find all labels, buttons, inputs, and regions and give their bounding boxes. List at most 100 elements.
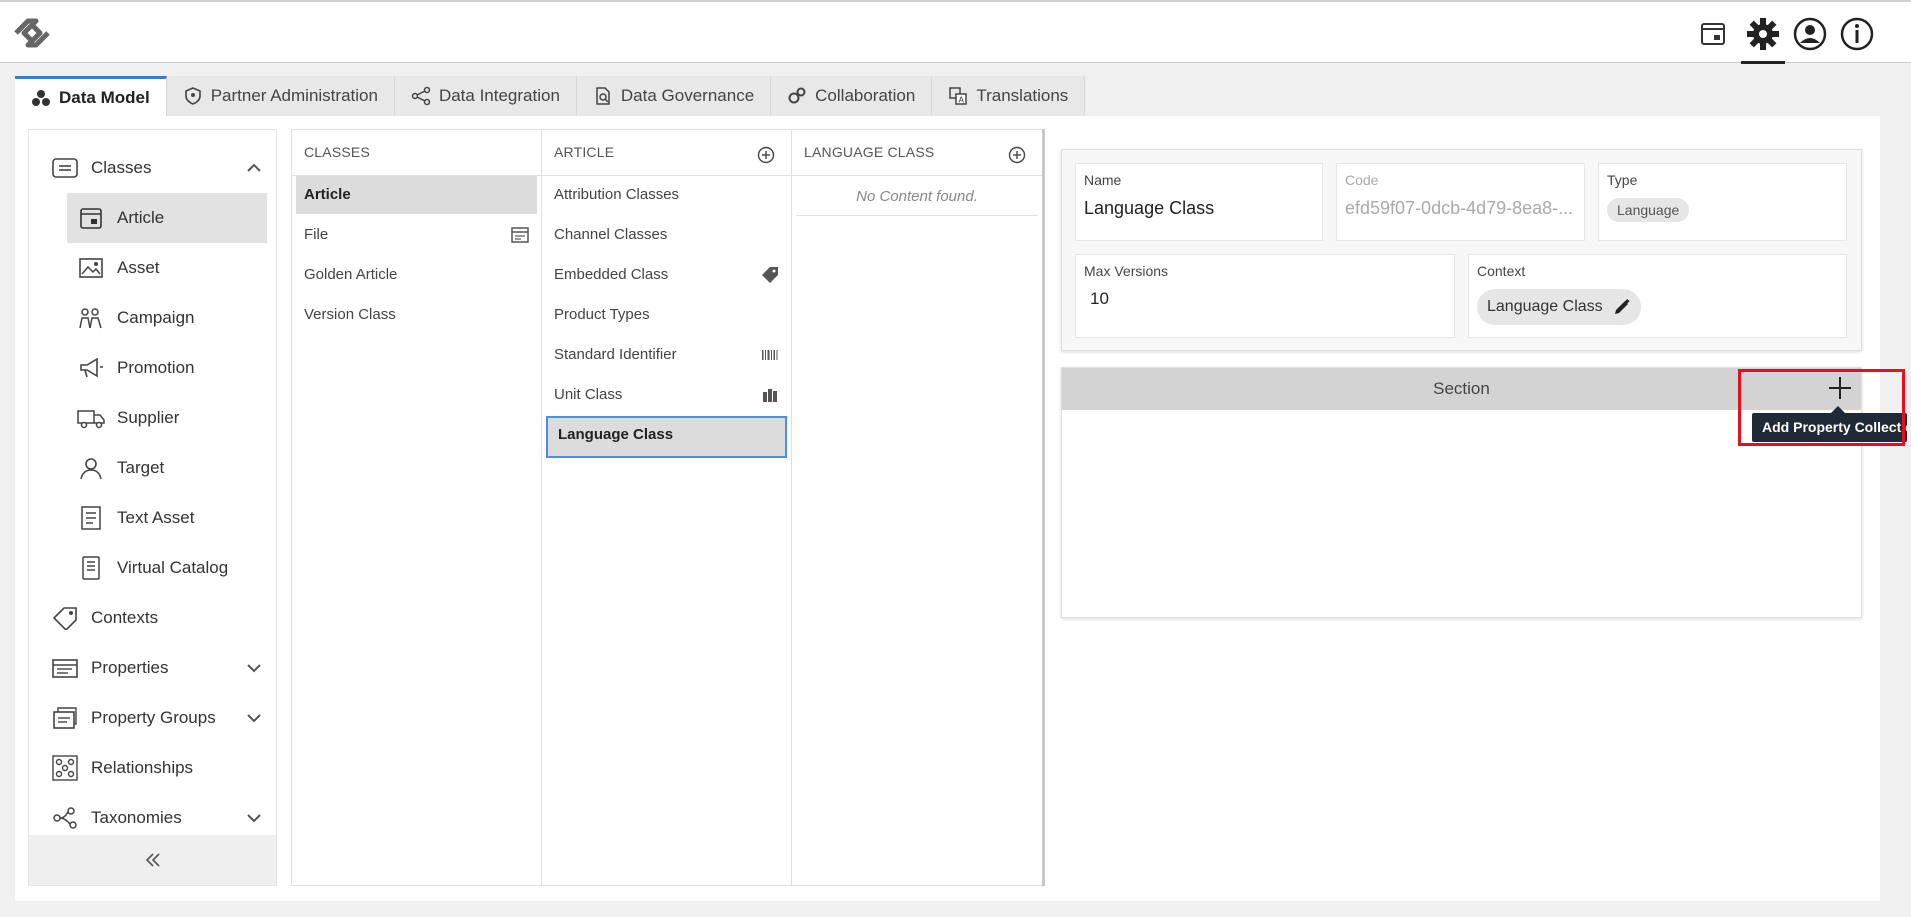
column-header-label: LANGUAGE CLASS [804, 144, 935, 160]
empty-state: No Content found. [796, 176, 1038, 216]
left-navigation: Classes Article Asset Campaign Promotion… [28, 129, 277, 886]
class-detail-card: Name Language Class Code efd59f07-0dcb-4… [1061, 149, 1862, 351]
list-item[interactable]: Unit Class [546, 376, 787, 414]
gear-icon[interactable] [1743, 14, 1783, 54]
nav-item-classes[interactable]: Classes [29, 143, 276, 193]
tag-icon [761, 266, 779, 284]
nav-item-virtual-catalog[interactable]: Virtual Catalog [29, 543, 276, 593]
list-item[interactable]: Channel Classes [546, 216, 787, 254]
list-item[interactable]: Golden Article [296, 256, 537, 294]
app-logo-icon[interactable] [10, 14, 54, 52]
main-tabs: Data Model Partner Administration Data I… [15, 76, 1086, 116]
tag-icon [51, 604, 79, 632]
collapse-sidebar-button[interactable] [29, 835, 276, 885]
shield-icon [183, 86, 203, 106]
list-item[interactable]: Embedded Class [546, 256, 787, 294]
list-item[interactable]: Version Class [296, 296, 537, 334]
chevron-down-icon[interactable] [246, 810, 262, 826]
nav-item-promotion[interactable]: Promotion [29, 343, 276, 393]
type-field: Type Language [1598, 163, 1847, 241]
tab-label: Collaboration [815, 86, 916, 105]
nav-label: Article [117, 208, 165, 227]
list-item[interactable]: Attribution Classes [546, 176, 787, 214]
list-item[interactable]: Article [296, 176, 537, 214]
context-chip[interactable]: Language Class [1477, 289, 1641, 325]
megaphone-icon [77, 354, 105, 382]
relationships-icon [51, 754, 79, 782]
list-item[interactable]: Language Class [546, 416, 787, 458]
field-label: Code [1345, 172, 1379, 188]
tab-data-model[interactable]: Data Model [15, 76, 167, 116]
nav-label: Classes [91, 158, 152, 177]
tab-translations[interactable]: A Translations [932, 76, 1086, 116]
campaign-icon [77, 304, 105, 332]
properties-icon [51, 654, 79, 682]
chevron-down-icon[interactable] [246, 710, 262, 726]
nav-item-article[interactable]: Article [67, 193, 267, 243]
class-columns: CLASSES Article File Golden Article Vers… [291, 129, 1043, 886]
property-groups-icon [51, 704, 79, 732]
tab-data-integration[interactable]: Data Integration [394, 76, 577, 116]
add-circle-icon[interactable] [1008, 146, 1026, 164]
chevron-down-icon[interactable] [246, 660, 262, 676]
nav-item-asset[interactable]: Asset [29, 243, 276, 293]
nav-label: Contexts [91, 608, 159, 627]
add-circle-icon[interactable] [757, 146, 775, 164]
item-label: Version Class [304, 306, 396, 323]
nav-label: Campaign [117, 308, 195, 327]
tab-label: Data Integration [438, 86, 560, 105]
item-label: Embedded Class [554, 266, 669, 283]
list-item[interactable]: Standard Identifier [546, 336, 787, 374]
field-value: Language Class [1084, 198, 1215, 218]
double-chevron-left-icon [144, 852, 162, 868]
item-label: Golden Article [304, 266, 398, 283]
highlight-box [1738, 369, 1905, 446]
tab-label: Translations [976, 86, 1069, 105]
nav-item-target[interactable]: Target [29, 443, 276, 493]
name-field[interactable]: Name Language Class [1075, 163, 1323, 241]
archive-icon[interactable] [1693, 14, 1733, 54]
data-model-icon [31, 88, 51, 108]
max-versions-field[interactable]: Max Versions 10 [1075, 254, 1455, 338]
person-icon [77, 454, 105, 482]
nav-item-property-groups[interactable]: Property Groups [29, 693, 276, 743]
field-label: Name [1084, 172, 1122, 188]
nav-item-relationships[interactable]: Relationships [29, 743, 276, 793]
field-value: 10 [1090, 289, 1109, 308]
nav-item-contexts[interactable]: Contexts [29, 593, 276, 643]
section-title: Section [1433, 379, 1490, 398]
field-value: efd59f07-0dcb-4d79-8ea8-... [1345, 198, 1574, 218]
item-label: File [304, 226, 329, 243]
user-profile-icon[interactable] [1790, 14, 1830, 54]
panel-divider[interactable] [1042, 129, 1045, 886]
info-icon[interactable] [1837, 14, 1877, 54]
item-label: Attribution Classes [554, 186, 680, 203]
active-indicator [1741, 61, 1785, 64]
list-item[interactable]: Product Types [546, 296, 787, 334]
tab-partner-administration[interactable]: Partner Administration [166, 76, 395, 116]
item-label: Standard Identifier [554, 346, 677, 363]
tab-data-governance[interactable]: Data Governance [576, 76, 772, 116]
field-label: Max Versions [1084, 263, 1169, 279]
list-item[interactable]: File [296, 216, 537, 254]
document-search-icon [593, 86, 613, 106]
nav-label: Promotion [117, 358, 195, 377]
field-label: Context [1477, 263, 1526, 279]
chevron-up-icon[interactable] [246, 160, 262, 176]
code-field: Code efd59f07-0dcb-4d79-8ea8-... [1336, 163, 1585, 241]
nav-item-supplier[interactable]: Supplier [29, 393, 276, 443]
nav-label: Relationships [91, 758, 194, 777]
field-label: Type [1607, 172, 1638, 188]
pencil-icon[interactable] [1613, 298, 1631, 316]
nav-item-text-asset[interactable]: Text Asset [29, 493, 276, 543]
nav-item-campaign[interactable]: Campaign [29, 293, 276, 343]
file-icon [511, 226, 529, 244]
share-icon [411, 86, 431, 106]
column-header: LANGUAGE CLASS [792, 130, 1042, 176]
nav-label: Text Asset [117, 508, 195, 527]
nav-label: Properties [91, 658, 169, 677]
item-label: Article [304, 186, 351, 203]
tab-collaboration[interactable]: Collaboration [771, 76, 933, 116]
nav-item-properties[interactable]: Properties [29, 643, 276, 693]
article-column: ARTICLE Attribution Classes Channel Clas… [542, 130, 792, 885]
